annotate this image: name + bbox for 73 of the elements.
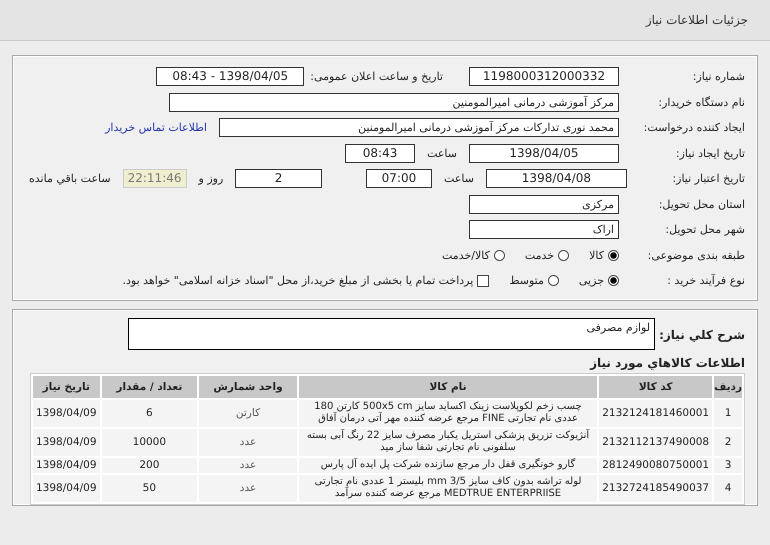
table-cell: 3 (714, 458, 742, 472)
table-cell: چسب زخم لکوپلاست زینک اکساید سایز 500x5 cm کارتن 180 عددی نام تجارتی FINE مرجع عرضه کننده مهر آتی درمان آفاق (298, 400, 598, 426)
valid-time-field: 07:00 (366, 169, 432, 188)
table-cell: 2132724185490037 (599, 474, 712, 502)
table-cell: 200 (102, 458, 198, 472)
creator-field: محمد نوری تدارکات مرکز آموزشی درمانی امیرالمومنین (219, 118, 619, 138)
valid-date-field: 1398/04/08 (486, 169, 627, 188)
table-cell: آنژیوکت تزریق پزشکی استریل یکبار مصرف سایز 22 رنگ آبی بسته سلفونی نام تجارتی شفا ساز مید (298, 428, 598, 456)
created-date-field: 1398/04/05 (469, 144, 619, 163)
days-label: روز و (197, 172, 224, 186)
time-label: ساعت (426, 146, 458, 160)
page-title: جزئیات اطلاعات نیاز (646, 13, 748, 27)
field-label: ایجاد کننده درخواست: (642, 121, 746, 134)
column-header: تاریخ نیاز (33, 376, 100, 398)
table-cell: کارتن (199, 400, 297, 426)
field-label: شماره نیاز: (692, 70, 746, 84)
table-cell: 1398/04/09 (33, 458, 100, 472)
need-number-field: 1198000312000332 (469, 67, 619, 86)
summary-label: شرح کلي نياز: (659, 326, 745, 342)
field-label: تاریخ اعتبار نیاز: (671, 172, 746, 186)
table-cell: عدد (199, 458, 297, 472)
radio-label: خدمت (524, 248, 554, 262)
radio-button[interactable] (494, 250, 505, 261)
column-header: نام کالا (298, 376, 598, 398)
city-field: اراک (469, 220, 619, 240)
radio-label: متوسط (509, 274, 544, 288)
payment-note: پرداخت تمام یا بخشی از مبلغ خرید،از محل "اسناد خزانه اسلامی" خواهد بود. (122, 274, 474, 288)
column-header: واحد شمارش (199, 376, 297, 398)
field-label: نام دستگاه خریدار: (657, 96, 746, 109)
table-cell: 10000 (102, 428, 198, 456)
remaining-label: ساعت باقي مانده (28, 172, 112, 186)
days-field: 2 (235, 169, 322, 188)
time-label: ساعت (443, 172, 475, 186)
radio-button[interactable] (608, 275, 619, 286)
table-cell: 2132112137490008 (599, 428, 712, 456)
table-cell: 1 (714, 400, 742, 426)
checkbox[interactable] (477, 274, 490, 287)
table-cell: 1398/04/09 (33, 428, 100, 456)
radio-label: کالا (589, 248, 604, 262)
radio-label: جزیی (578, 274, 604, 288)
table-cell: 2812490080750001 (599, 458, 712, 472)
table-cell: 4 (714, 474, 742, 502)
radio-label: کالا/خدمت (442, 248, 490, 262)
table-cell: عدد (199, 428, 297, 456)
table-cell: 2132124181460001 (599, 400, 712, 426)
field-label: تاریخ ایجاد نیاز: (674, 146, 746, 160)
table-cell: 1398/04/09 (33, 400, 100, 426)
announce-date-field: 1398/04/05 - 08:43 (156, 67, 304, 86)
radio-button[interactable] (548, 275, 559, 286)
province-field: مرکزی (469, 194, 619, 214)
table-cell: لوله تراشه بدون کاف سایز 3/5 mm بلیستر 1 عددی نام تجارتی MEDTRUE ENTERPRIISE مرجع عرضه کننده سرآمد (298, 474, 598, 502)
field-label: شهر محل تحویل: (664, 223, 746, 236)
column-header: ردیف (714, 376, 742, 398)
field-label: استان محل تحویل: (658, 198, 746, 211)
table-cell: 50 (102, 474, 198, 502)
remaining-time-field: 22:11:46 (122, 169, 187, 188)
field-label: طبقه بندی موضوعی: (646, 248, 746, 262)
table-cell: عدد (199, 474, 297, 502)
field-label: تاریخ و ساعت اعلان عمومی: (310, 70, 443, 84)
section-title: اطلاعات کالاهاي مورد نياز (588, 356, 745, 370)
column-header: کد کالا (599, 376, 712, 398)
table-cell: گارو خونگیری قفل دار مرجع سازنده شرکت پل ایده آل پارس (298, 458, 598, 472)
summary-field: لوازم مصرفی (128, 318, 656, 350)
table-cell: 6 (102, 400, 198, 426)
created-time-field: 08:43 (345, 144, 416, 163)
table-cell: 1398/04/09 (33, 474, 100, 502)
buyer-contact-link[interactable]: اطلاعات تماس خریدار (105, 121, 213, 134)
buyer-field: مرکز آموزشی درمانی امیرالمومنین (169, 92, 619, 112)
radio-button[interactable] (558, 250, 570, 261)
column-header: تعداد / مقدار (102, 376, 198, 398)
table-cell: 2 (714, 428, 742, 456)
field-label: نوع فرآیند خرید : (666, 274, 746, 288)
radio-button[interactable] (608, 250, 619, 261)
